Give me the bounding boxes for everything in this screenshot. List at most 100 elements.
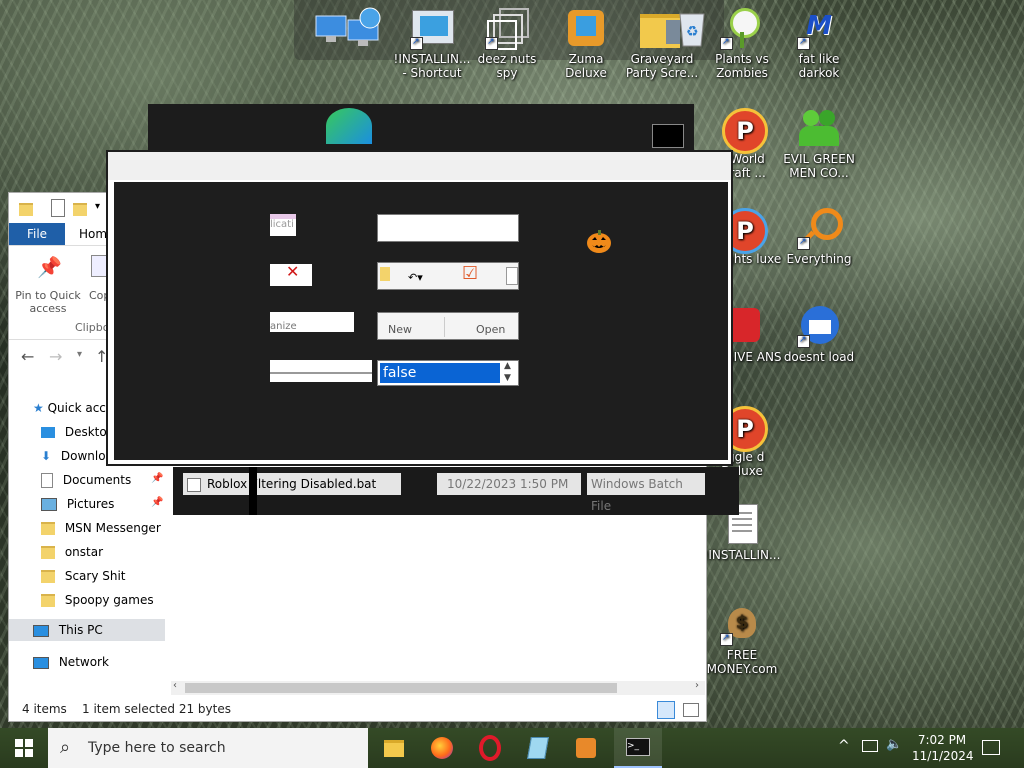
combobox-value-text: false xyxy=(383,365,417,381)
nav-documents[interactable]: Documents xyxy=(41,469,131,491)
taskbar-notepad-icon[interactable] xyxy=(514,728,562,768)
plant-icon xyxy=(720,6,764,50)
chevron-down-icon[interactable]: ▾ xyxy=(95,201,100,212)
desktop-icon-label: !INSTALLIN... xyxy=(703,548,781,562)
file-type: Windows Batch File xyxy=(587,473,705,513)
desktop-icon-label: EVIL GREEN MEN CO... xyxy=(783,152,855,180)
search-box[interactable]: ⌕ Type here to search xyxy=(48,728,368,768)
desktop-icon-evil-green-men[interactable]: EVIL GREEN MEN CO... xyxy=(779,106,859,180)
p-logo-icon: P xyxy=(720,106,768,154)
checkmark-icon: ☑ xyxy=(462,263,479,284)
clock-date: 11/1/2024 xyxy=(912,749,974,763)
text-input[interactable] xyxy=(377,214,519,242)
program-window-icon xyxy=(410,6,454,50)
nav-label: Quick acc xyxy=(47,401,106,415)
nav-spoopy-games[interactable]: Spoopy games xyxy=(41,589,154,611)
value-combobox[interactable]: false ▲ ▼ xyxy=(377,360,519,386)
organize-fragment: anize xyxy=(270,312,354,332)
desktop-icon-zuma-deluxe[interactable]: Zuma Deluxe xyxy=(546,6,626,80)
shortcut-arrow-icon xyxy=(797,35,810,50)
nav-quick-access[interactable]: ★ Quick acc xyxy=(33,397,106,419)
new-folder-icon[interactable] xyxy=(73,203,87,216)
desktop-icon-everything[interactable]: Everything xyxy=(779,206,859,266)
open-button[interactable]: Open xyxy=(476,323,505,336)
forward-arrow-icon[interactable]: → xyxy=(49,347,62,366)
spin-down-icon[interactable]: ▼ xyxy=(504,373,511,383)
network-tray-icon[interactable] xyxy=(862,740,878,752)
fragment-text: licati xyxy=(270,219,294,230)
nav-label: Spoopy games xyxy=(64,593,154,607)
window-thumbnail-icon xyxy=(652,124,684,148)
taskbar-file-explorer-icon[interactable] xyxy=(370,728,418,768)
organize-text: anize xyxy=(270,321,297,332)
details-view-icon[interactable] xyxy=(657,701,675,719)
taskbar-command-prompt-icon[interactable]: >_ xyxy=(614,728,662,768)
chevron-down-icon[interactable]: ▾ xyxy=(77,349,82,360)
status-bar: 4 items 1 item selected 21 bytes xyxy=(9,697,706,721)
desktop-icon-doesnt-load[interactable]: doesnt load xyxy=(779,304,859,364)
clock[interactable]: 7:02 PM 11/1/2024 xyxy=(912,732,974,764)
pin-icon[interactable]: 📌 xyxy=(151,497,163,508)
scroll-left-icon[interactable]: ‹ xyxy=(173,680,177,691)
taskbar-opera-icon[interactable] xyxy=(466,728,514,768)
nav-scary[interactable]: Scary Shit xyxy=(41,565,126,587)
label-fragment-1: licati xyxy=(270,214,296,236)
desktop-icon-deez-nuts-spy[interactable]: deez nuts spy xyxy=(467,6,547,80)
nav-pictures[interactable]: Pictures xyxy=(41,493,114,515)
delete-button-fragment[interactable]: ✕ xyxy=(270,262,312,286)
shortcut-arrow-icon xyxy=(797,235,810,250)
taskbar-firefox-icon[interactable] xyxy=(418,728,466,768)
jack-o-lantern-icon xyxy=(586,228,612,254)
pin-icon[interactable]: 📌 xyxy=(151,473,163,484)
new-open-button-strip: New Open xyxy=(377,312,519,340)
network-computers-icon[interactable] xyxy=(308,6,388,54)
scroll-right-icon[interactable]: › xyxy=(695,680,699,691)
rename-icon xyxy=(506,267,518,285)
picture-icon xyxy=(41,498,57,511)
toolbar-icons-fragment[interactable]: ↶▾ ☑ xyxy=(377,262,519,290)
ribbon-file-tab[interactable]: File xyxy=(9,223,65,245)
desktop-icon-installing-shortcut[interactable]: !INSTALLIN... - Shortcut xyxy=(392,6,472,80)
nav-this-pc[interactable]: This PC xyxy=(9,619,165,641)
desktop-icon-label: !INSTALLIN... - Shortcut xyxy=(393,52,471,80)
show-hidden-icons-icon[interactable]: ^ xyxy=(838,738,850,754)
horizontal-scrollbar[interactable]: ‹ › xyxy=(171,680,705,695)
nav-network[interactable]: Network xyxy=(33,651,109,673)
download-icon: ⬇ xyxy=(41,449,52,463)
back-arrow-icon[interactable]: ← xyxy=(21,347,34,366)
notification-icon[interactable] xyxy=(982,740,1000,755)
file-row[interactable]: Roblox Fltering Disabled.bat xyxy=(183,473,401,495)
scrollbar-thumb[interactable] xyxy=(185,683,617,693)
nav-downloads[interactable]: ⬇ Downlo xyxy=(41,445,106,467)
new-button[interactable]: New xyxy=(388,323,412,336)
file-name-rest: ltering Disabled.bat xyxy=(257,477,377,491)
shortcut-arrow-icon xyxy=(720,35,733,50)
start-button[interactable] xyxy=(0,728,48,768)
green-people-icon xyxy=(797,106,841,150)
desktop-icon-fat-like-darkok[interactable]: M fat like darkok xyxy=(779,6,859,80)
desktop-icon-label: Zuma Deluxe xyxy=(565,52,607,80)
jack-o-lantern-graphic xyxy=(587,230,611,253)
spin-up-icon[interactable]: ▲ xyxy=(504,361,511,371)
dialog-window: licati ✕ ↶▾ ☑ anize New Open false ▲ ▼ xyxy=(106,150,733,466)
properties-icon[interactable] xyxy=(51,199,65,217)
mpl-logo-icon: M xyxy=(797,6,841,50)
combobox-selected-value: false xyxy=(380,363,500,383)
taskbar-flask-app-icon[interactable] xyxy=(562,728,610,768)
nav-msn-messenger[interactable]: MSN Messenger xyxy=(41,517,161,539)
folder-icon xyxy=(41,546,55,559)
pin-icon: 📌 xyxy=(37,255,62,279)
pin-to-quick-access-button[interactable]: Pin to Quick access xyxy=(13,289,83,315)
edge-browser-icon[interactable] xyxy=(326,108,372,144)
folder-icon xyxy=(19,203,33,216)
large-icons-view-icon[interactable] xyxy=(683,703,699,717)
desktop-icon-free-money[interactable]: $ FREE MONEY.com xyxy=(702,602,782,676)
button-divider xyxy=(444,317,445,337)
star-icon: ★ xyxy=(33,401,44,415)
desktop-icon-plants-vs-zombies[interactable]: Plants vs Zombies xyxy=(702,6,782,80)
nav-onstar[interactable]: onstar xyxy=(41,541,103,563)
dialog-title-bar[interactable] xyxy=(108,152,731,180)
desktop-icon-label: doesnt load xyxy=(783,350,855,364)
nav-desktop[interactable]: Desktop xyxy=(41,421,114,443)
volume-tray-icon[interactable]: 🔈 xyxy=(886,737,902,752)
